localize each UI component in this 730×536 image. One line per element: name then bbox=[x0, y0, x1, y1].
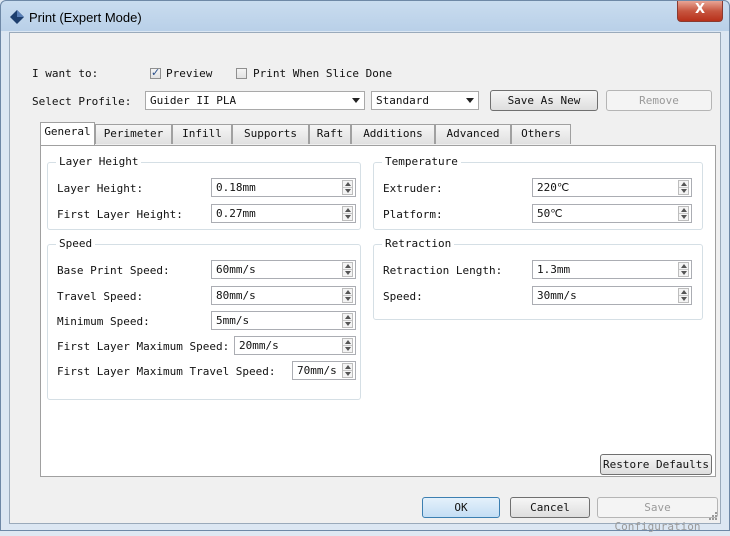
tab-infill[interactable]: Infill bbox=[172, 124, 232, 144]
quality-select[interactable]: Standard bbox=[371, 91, 479, 110]
first-layer-max-speed-label: First Layer Maximum Speed: bbox=[57, 340, 230, 353]
first-layer-height-label: First Layer Height: bbox=[57, 208, 183, 221]
minimum-speed-spinbox[interactable]: 5mm/s bbox=[211, 311, 356, 330]
tab-supports[interactable]: Supports bbox=[232, 124, 309, 144]
diamond-icon bbox=[10, 10, 24, 24]
first-layer-max-speed-value: 20mm/s bbox=[239, 339, 279, 352]
spinner-arrows-icon[interactable] bbox=[678, 180, 689, 195]
restore-defaults-button[interactable]: Restore Defaults bbox=[600, 454, 712, 475]
preview-checkbox[interactable] bbox=[150, 66, 161, 79]
platform-temp-value: 50℃ bbox=[537, 207, 563, 220]
speed-group-title: Speed bbox=[56, 237, 96, 250]
travel-speed-value: 80mm/s bbox=[216, 289, 256, 302]
print-dialog-window: Print (Expert Mode) X I want to: Preview… bbox=[0, 0, 730, 533]
preview-label[interactable]: Preview bbox=[166, 67, 212, 80]
extruder-label: Extruder: bbox=[383, 182, 443, 195]
first-layer-height-value: 0.27mm bbox=[216, 207, 256, 220]
layer-height-group: Layer Height Layer Height: 0.18mm First … bbox=[47, 155, 361, 230]
layer-height-group-title: Layer Height bbox=[56, 155, 142, 168]
i-want-to-label: I want to: bbox=[32, 67, 99, 80]
spinner-arrows-icon[interactable] bbox=[342, 313, 353, 328]
dialog-body: I want to: Preview Print When Slice Done… bbox=[9, 32, 721, 533]
chevron-down-icon bbox=[466, 98, 474, 103]
profile-select[interactable]: Guider II PLA bbox=[145, 91, 365, 110]
first-layer-max-travel-speed-label: First Layer Maximum Travel Speed: bbox=[57, 365, 276, 378]
retraction-speed-value: 30mm/s bbox=[537, 289, 577, 302]
base-print-speed-value: 60mm/s bbox=[216, 263, 256, 276]
platform-label: Platform: bbox=[383, 208, 443, 221]
spinner-arrows-icon[interactable] bbox=[342, 180, 353, 195]
platform-temp-spinbox[interactable]: 50℃ bbox=[532, 204, 692, 223]
window-title: Print (Expert Mode) bbox=[29, 10, 142, 25]
spinner-arrows-icon[interactable] bbox=[342, 262, 353, 277]
retraction-group: Retraction Retraction Length: 1.3mm Spee… bbox=[373, 237, 703, 320]
layer-height-spinbox[interactable]: 0.18mm bbox=[211, 178, 356, 197]
tab-general[interactable]: General bbox=[40, 122, 95, 145]
retraction-length-spinbox[interactable]: 1.3mm bbox=[532, 260, 692, 279]
general-tab-panel: Layer Height Layer Height: 0.18mm First … bbox=[40, 145, 716, 477]
base-print-speed-spinbox[interactable]: 60mm/s bbox=[211, 260, 356, 279]
print-when-done-label[interactable]: Print When Slice Done bbox=[253, 67, 392, 80]
close-icon: X bbox=[694, 2, 706, 17]
spinner-arrows-icon[interactable] bbox=[342, 206, 353, 221]
layer-height-label: Layer Height: bbox=[57, 182, 144, 195]
tab-raft[interactable]: Raft bbox=[309, 124, 351, 144]
quality-value: Standard bbox=[376, 94, 429, 107]
travel-speed-spinbox[interactable]: 80mm/s bbox=[211, 286, 356, 305]
save-configuration-button[interactable]: Save Configuration bbox=[597, 497, 718, 533]
first-layer-max-speed-spinbox[interactable]: 20mm/s bbox=[234, 336, 356, 355]
tab-advanced[interactable]: Advanced bbox=[435, 124, 511, 144]
extruder-temp-value: 220℃ bbox=[537, 181, 570, 194]
travel-speed-label: Travel Speed: bbox=[57, 290, 144, 303]
first-layer-max-travel-speed-value: 70mm/s bbox=[297, 364, 337, 377]
tab-additions[interactable]: Additions bbox=[351, 124, 435, 144]
spinner-arrows-icon[interactable] bbox=[342, 363, 353, 378]
tab-perimeter[interactable]: Perimeter bbox=[95, 124, 172, 144]
retraction-length-label: Retraction Length: bbox=[383, 264, 503, 277]
temperature-group: Temperature Extruder: 220℃ Platform: 50℃ bbox=[373, 155, 703, 230]
first-layer-height-spinbox[interactable]: 0.27mm bbox=[211, 204, 356, 223]
select-profile-label: Select Profile: bbox=[32, 95, 132, 108]
profile-value: Guider II PLA bbox=[150, 94, 237, 107]
resize-grip-icon[interactable] bbox=[708, 511, 718, 521]
chevron-down-icon bbox=[352, 98, 360, 103]
temperature-group-title: Temperature bbox=[382, 155, 461, 168]
retraction-speed-spinbox[interactable]: 30mm/s bbox=[532, 286, 692, 305]
spinner-arrows-icon[interactable] bbox=[678, 288, 689, 303]
save-as-new-button[interactable]: Save As New bbox=[490, 90, 598, 111]
base-print-speed-label: Base Print Speed: bbox=[57, 264, 170, 277]
remove-button[interactable]: Remove bbox=[606, 90, 712, 111]
retraction-speed-label: Speed: bbox=[383, 290, 423, 303]
speed-group: Speed Base Print Speed: 60mm/s Travel Sp… bbox=[47, 237, 361, 400]
spinner-arrows-icon[interactable] bbox=[678, 206, 689, 221]
spinner-arrows-icon[interactable] bbox=[342, 288, 353, 303]
retraction-length-value: 1.3mm bbox=[537, 263, 571, 276]
tab-others[interactable]: Others bbox=[511, 124, 571, 144]
print-when-done-checkbox[interactable] bbox=[236, 68, 247, 79]
spinner-arrows-icon[interactable] bbox=[342, 338, 353, 353]
first-layer-max-travel-speed-spinbox[interactable]: 70mm/s bbox=[292, 361, 356, 380]
spinner-arrows-icon[interactable] bbox=[678, 262, 689, 277]
minimum-speed-label: Minimum Speed: bbox=[57, 315, 150, 328]
retraction-group-title: Retraction bbox=[382, 237, 455, 250]
title-bar[interactable]: Print (Expert Mode) X bbox=[1, 1, 729, 33]
cancel-button[interactable]: Cancel bbox=[510, 497, 590, 518]
extruder-temp-spinbox[interactable]: 220℃ bbox=[532, 178, 692, 197]
minimum-speed-value: 5mm/s bbox=[216, 314, 250, 327]
close-button[interactable]: X bbox=[677, 1, 723, 22]
ok-button[interactable]: OK bbox=[422, 497, 500, 518]
layer-height-value: 0.18mm bbox=[216, 181, 256, 194]
